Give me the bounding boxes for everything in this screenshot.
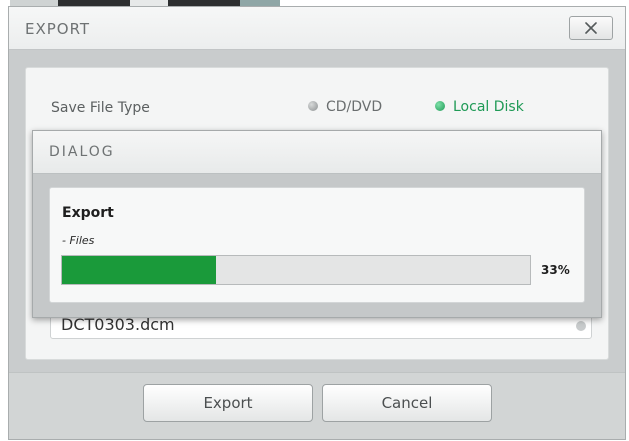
dialog-title-bar: DIALOG <box>33 131 601 174</box>
progress-bar-fill <box>62 256 217 284</box>
radio-local-disk[interactable]: Local Disk <box>435 99 524 115</box>
cancel-button[interactable]: Cancel <box>322 384 492 422</box>
close-button[interactable] <box>569 16 613 40</box>
progress-card: Export - Files 33% <box>49 187 585 303</box>
progress-bar <box>61 255 531 285</box>
progress-percent: 33% <box>541 263 570 277</box>
progress-dialog: DIALOG Export - Files 33% <box>32 130 602 318</box>
save-file-type-label: Save File Type <box>51 100 150 116</box>
window-title: EXPORT <box>25 20 91 38</box>
progress-heading: Export <box>62 205 114 221</box>
radio-cd-dvd[interactable]: CD/DVD <box>308 99 382 115</box>
radio-selected-icon <box>435 101 445 111</box>
footer-bar: Export Cancel <box>9 372 625 439</box>
radio-unselected-icon <box>308 101 318 111</box>
radio-cd-dvd-label: CD/DVD <box>326 99 383 115</box>
dialog-title: DIALOG <box>49 144 115 160</box>
radio-local-disk-label: Local Disk <box>453 99 524 115</box>
close-icon <box>585 22 597 34</box>
chevron-down-icon <box>576 321 586 331</box>
export-button[interactable]: Export <box>143 384 313 422</box>
title-bar: EXPORT <box>9 7 625 50</box>
progress-subtext: - Files <box>62 234 95 247</box>
